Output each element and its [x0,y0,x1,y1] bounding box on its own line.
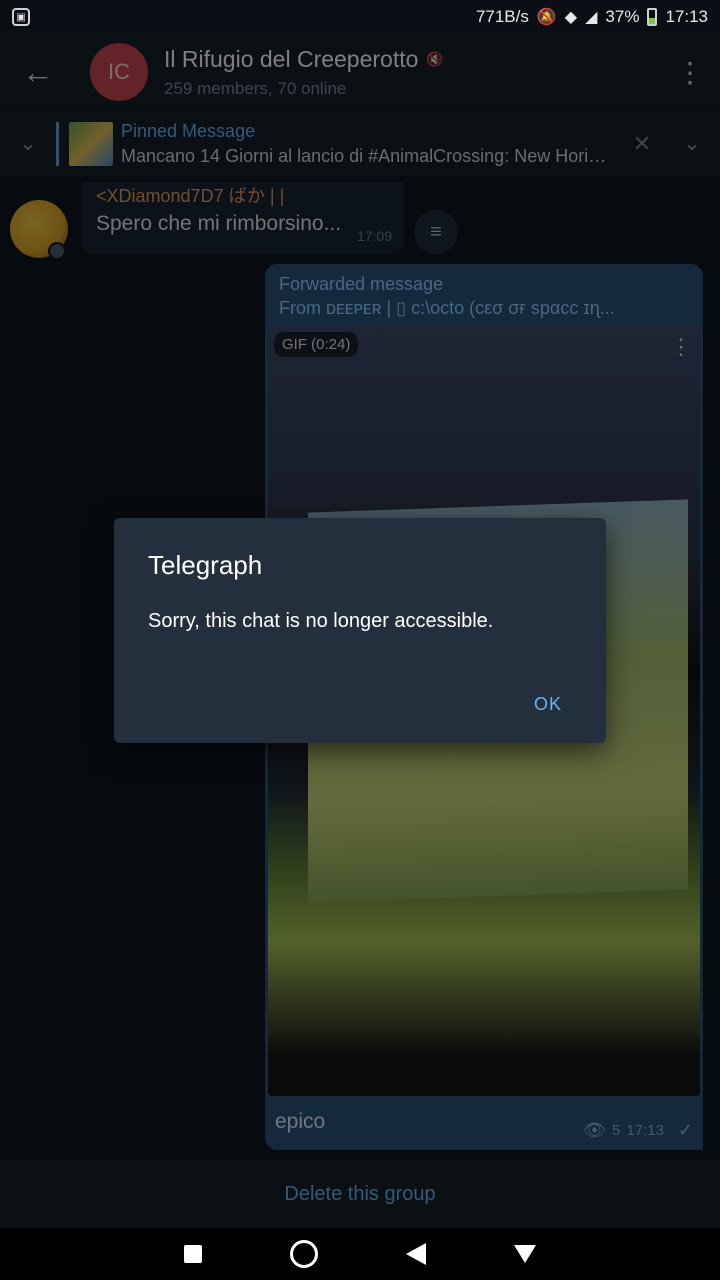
status-time: 17:13 [665,7,708,26]
battery-icon [647,8,658,26]
notifications-down-icon[interactable] [514,1245,536,1263]
dialog-message: Sorry, this chat is no longer accessible… [148,610,494,632]
home-icon[interactable] [290,1240,318,1268]
network-speed: 771B/s [475,7,529,26]
system-navigation-bar [0,1228,720,1280]
app-notification-icon: ▣ [12,8,30,26]
mute-bell-icon: 🔕 [536,9,557,26]
recent-apps-icon[interactable] [184,1245,202,1263]
ok-button[interactable]: OK [534,694,562,715]
battery-percent: 37% [605,7,640,26]
wifi-icon: ◆ [564,9,578,26]
signal-icon: ◢ [585,9,598,26]
alert-dialog: Telegraph Sorry, this chat is no longer … [114,518,606,743]
dialog-title: Telegraph [148,550,263,580]
status-bar: ▣ 771B/s 🔕 ◆ ◢ 37% 17:13 [0,0,720,34]
back-triangle-icon[interactable] [406,1243,426,1265]
